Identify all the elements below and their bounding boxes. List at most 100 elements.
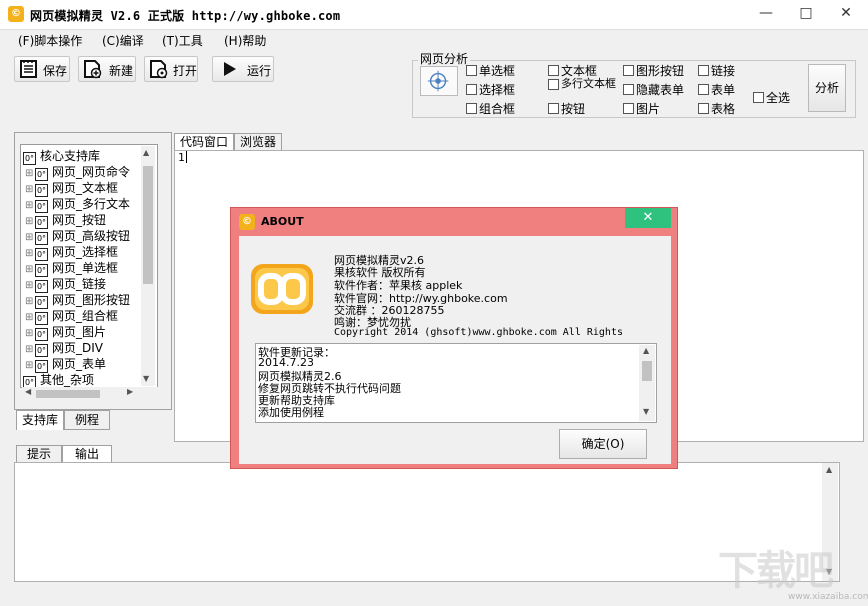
about-dialog: © ABOUT ✕ 网页模拟精灵v2.6 果核软件 版权所有 软件作者：苹果核 … xyxy=(230,207,678,469)
expand-icon[interactable]: ⊞ xyxy=(25,248,35,259)
scroll-thumb[interactable] xyxy=(642,361,652,381)
expand-icon[interactable]: ⊞ xyxy=(25,360,35,371)
menu-compile[interactable]: (C)编译 xyxy=(102,32,144,49)
scroll-thumb[interactable] xyxy=(143,166,153,284)
tab-output[interactable]: 输出 xyxy=(62,445,112,463)
checkbox-select-all[interactable]: 全选 xyxy=(753,89,790,106)
maximize-button[interactable]: □ xyxy=(786,0,826,26)
expand-icon[interactable]: ⊞ xyxy=(25,344,35,355)
expand-icon[interactable]: ⊞ xyxy=(25,328,35,339)
open-button[interactable]: 打开 xyxy=(144,56,198,82)
tree-item[interactable]: ⊞ 0° 网页_组合框 xyxy=(25,307,118,325)
expand-icon[interactable]: ⊞ xyxy=(25,312,35,323)
tree-item[interactable]: ⊞ 0° 网页_按钮 xyxy=(25,211,106,229)
tree-item[interactable]: ⊞ 0° 网页_文本框 xyxy=(25,179,118,197)
menu-script[interactable]: (F)脚本操作 xyxy=(18,32,82,49)
save-icon xyxy=(20,60,37,78)
checkbox-image-button[interactable]: 图形按钮 xyxy=(623,62,684,79)
save-label: 保存 xyxy=(43,64,68,78)
new-file-icon xyxy=(84,60,102,79)
menu-bar: (F)脚本操作 (C)编译 (T)工具 (H)帮助 xyxy=(0,30,868,50)
tree-item[interactable]: ⊞ 0° 网页_单选框 xyxy=(25,259,118,277)
tree-item[interactable]: ⊞ 0° 网页_网页命令 xyxy=(25,163,130,181)
output-panel[interactable] xyxy=(14,462,840,582)
tree-item[interactable]: ⊞ 0° 网页_选择框 xyxy=(25,243,118,261)
checkbox-multiline[interactable]: 多行文本框 xyxy=(548,78,620,90)
checkbox-link[interactable]: 链接 xyxy=(698,62,735,79)
analysis-target-icon[interactable] xyxy=(420,66,458,96)
analysis-legend: 网页分析 xyxy=(418,50,471,67)
expand-icon[interactable]: ⊞ xyxy=(25,296,35,307)
checkbox-hidden-form[interactable]: 隐藏表单 xyxy=(623,81,684,98)
tab-browser[interactable]: 浏览器 xyxy=(234,133,282,151)
analyze-button[interactable]: 分析 xyxy=(808,64,846,112)
scroll-right-icon[interactable]: ▶ xyxy=(127,387,133,396)
scroll-up-icon[interactable]: ▲ xyxy=(143,148,149,157)
tree-item[interactable]: ⊞ 0° 网页_表单 xyxy=(25,355,106,373)
tree-horizontal-scrollbar[interactable]: ◀ ▶ xyxy=(22,387,158,401)
ok-button[interactable]: 确定(O) xyxy=(559,429,647,459)
scroll-left-icon[interactable]: ◀ xyxy=(25,387,31,396)
new-label: 新建 xyxy=(109,64,134,78)
changelog-line: 添加使用例程 xyxy=(258,406,324,419)
checkbox-image[interactable]: 图片 xyxy=(623,100,660,117)
checkbox-form[interactable]: 表单 xyxy=(698,81,735,98)
scroll-up-icon[interactable]: ▲ xyxy=(643,346,649,355)
about-copyright: Copyright 2014 (ghsoft)www.ghboke.com Al… xyxy=(334,327,623,338)
tree-item[interactable]: ⊞ 0° 网页_图片 xyxy=(25,323,106,341)
expand-icon[interactable]: ⊞ xyxy=(25,232,35,243)
changelog-scrollbar[interactable]: ▲ ▼ xyxy=(639,345,655,421)
about-close-button[interactable]: ✕ xyxy=(625,208,671,228)
line-number: 1 xyxy=(178,151,185,164)
minimize-button[interactable]: — xyxy=(746,0,786,26)
title-bar: © 网页模拟精灵 V2.6 正式版 http://wy.ghboke.com —… xyxy=(0,0,868,30)
watermark-url: www.xiazaiba.com xyxy=(788,592,868,602)
save-button[interactable]: 保存 xyxy=(14,56,70,82)
scroll-down-icon[interactable]: ▼ xyxy=(643,407,649,416)
menu-tools[interactable]: (T)工具 xyxy=(162,32,203,49)
tab-examples[interactable]: 例程 xyxy=(64,410,110,430)
run-button[interactable]: 运行 xyxy=(212,56,274,82)
tab-code-window[interactable]: 代码窗口 xyxy=(174,133,234,151)
tree-item[interactable]: ⊞ 0° 网页_图形按钮 xyxy=(25,291,130,309)
open-label: 打开 xyxy=(173,64,198,78)
tree-item[interactable]: ⊞ 0° 网页_多行文本 xyxy=(25,195,130,213)
tree-root[interactable]: 0° 核心支持库 xyxy=(23,147,100,165)
expand-icon[interactable]: ⊞ xyxy=(25,216,35,227)
open-file-icon xyxy=(150,60,168,79)
scroll-thumb[interactable] xyxy=(36,390,100,398)
expand-icon[interactable]: ⊞ xyxy=(25,184,35,195)
tree-item[interactable]: ⊞ 0° 网页_链接 xyxy=(25,275,106,293)
app-logo xyxy=(251,264,313,314)
close-button[interactable]: ✕ xyxy=(826,0,866,26)
menu-help[interactable]: (H)帮助 xyxy=(224,32,266,49)
checkbox-button[interactable]: 按钮 xyxy=(548,100,585,117)
tab-library[interactable]: 支持库 xyxy=(16,410,64,430)
checkbox-combo[interactable]: 组合框 xyxy=(466,100,515,117)
changelog-box[interactable]: 软件更新记录： 2014.7.23 网页模拟精灵2.6 修复网页跳转不执行代码问… xyxy=(255,343,657,423)
checkbox-select[interactable]: 选择框 xyxy=(466,81,515,98)
expand-icon[interactable]: ⊞ xyxy=(25,168,35,179)
checkbox-table[interactable]: 表格 xyxy=(698,100,735,117)
run-label: 运行 xyxy=(247,64,272,78)
tree-item[interactable]: ⊞ 0° 网页_DIV xyxy=(25,339,103,357)
scroll-up-icon[interactable]: ▲ xyxy=(826,465,832,474)
tree-item[interactable]: ⊞ 0° 网页_高级按钮 xyxy=(25,227,130,245)
watermark: 下载吧 xyxy=(718,548,834,594)
window-title: 网页模拟精灵 V2.6 正式版 http://wy.ghboke.com xyxy=(30,9,341,23)
about-title: ABOUT xyxy=(261,215,304,228)
new-button[interactable]: 新建 xyxy=(78,56,136,82)
scroll-down-icon[interactable]: ▼ xyxy=(143,374,149,383)
expand-icon[interactable]: ⊞ xyxy=(25,280,35,291)
library-tree[interactable]: 0° 核心支持库 ⊞ 0° 网页_网页命令 ⊞ 0° 网页_文本框 ⊞ 0° 网页_多行文本 … xyxy=(20,144,158,388)
app-icon: © xyxy=(8,6,24,22)
about-content: 网页模拟精灵v2.6 果核软件 版权所有 软件作者：苹果核 applek 软件官… xyxy=(239,236,671,464)
tree-vertical-scrollbar[interactable]: ▲ ▼ xyxy=(141,146,155,386)
checkbox-radio[interactable]: 单选框 xyxy=(466,62,515,79)
expand-icon[interactable]: ⊞ xyxy=(25,200,35,211)
expand-icon[interactable]: ⊞ xyxy=(25,264,35,275)
about-app-icon: © xyxy=(239,214,255,230)
text-cursor xyxy=(186,151,187,163)
tree-other[interactable]: 0° 其他_杂项 xyxy=(23,371,94,387)
tab-hint[interactable]: 提示 xyxy=(16,445,62,463)
